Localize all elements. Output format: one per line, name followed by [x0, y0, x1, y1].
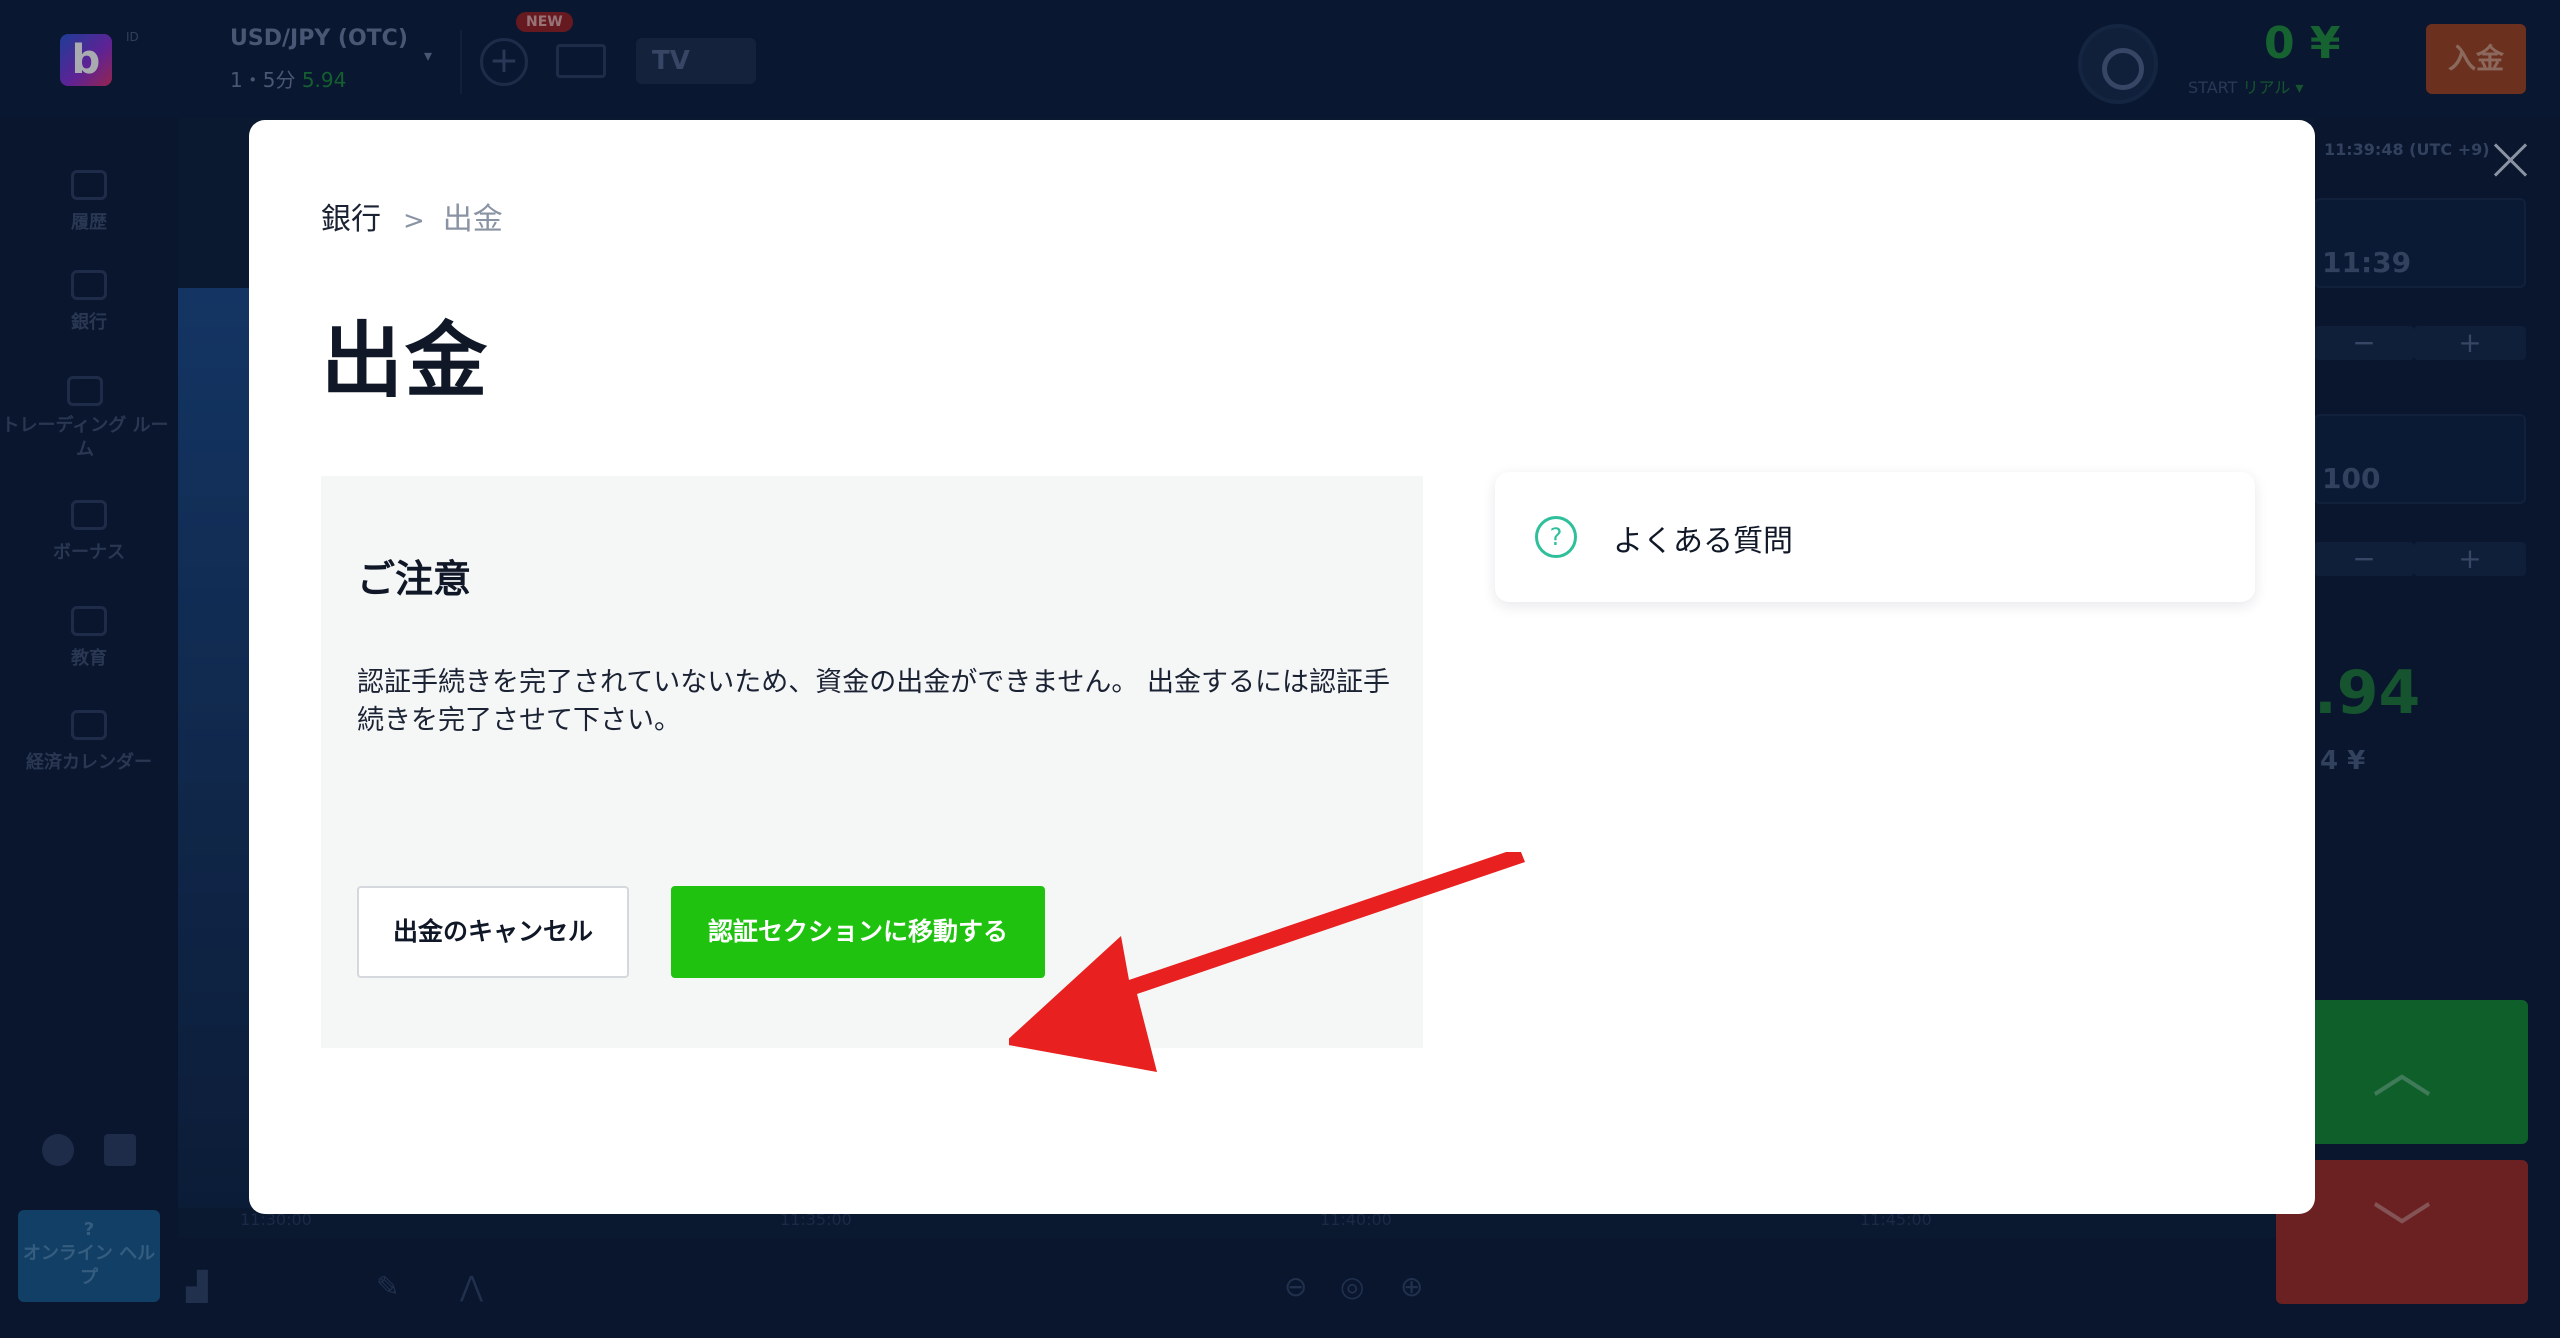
- faq-card[interactable]: ? よくある質問: [1495, 472, 2255, 602]
- arrow-annotation-shape: [1009, 852, 1525, 1072]
- red-arrow-annotation: [1009, 852, 1525, 1072]
- breadcrumb-separator: >: [403, 206, 425, 236]
- breadcrumb: 銀行 > 出金: [321, 194, 503, 238]
- breadcrumb-bank-link[interactable]: 銀行: [321, 202, 381, 237]
- page-title: 出金: [321, 314, 490, 409]
- close-icon[interactable]: [2489, 138, 2533, 182]
- withdrawal-modal: 銀行 > 出金 出金 ご注意 認証手続きを完了されていないため、資金の出金ができませ…: [249, 120, 2315, 1214]
- go-to-verification-button[interactable]: 認証セクションに移動する: [671, 886, 1045, 978]
- notice-text: 認証手続きを完了されていないため、資金の出金ができません。 出金するには認証手続…: [357, 667, 1390, 736]
- notice-title: ご注意: [357, 557, 472, 601]
- breadcrumb-current: 出金: [442, 202, 503, 237]
- question-icon: ?: [1535, 516, 1577, 558]
- cancel-withdrawal-button[interactable]: 出金のキャンセル: [357, 886, 629, 978]
- faq-label: よくある質問: [1613, 524, 1793, 559]
